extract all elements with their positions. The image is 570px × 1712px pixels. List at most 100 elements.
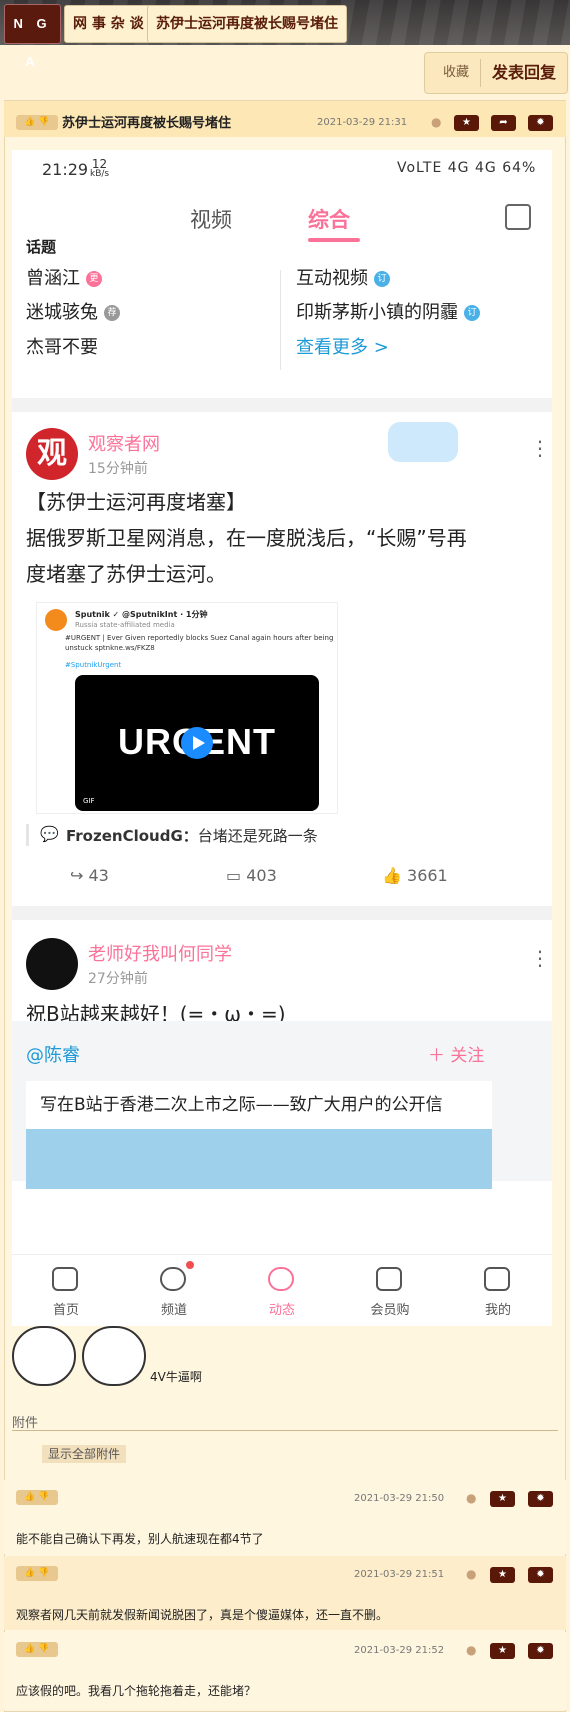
gif-label: GIF (83, 797, 95, 805)
reply-time: 2021-03-29 21:50 (354, 1493, 445, 1504)
tab-video[interactable]: 视频 (190, 204, 232, 234)
reply-text: 应该假的吧。我看几个拖轮拖着走，还能堵？ (16, 1684, 257, 1698)
nav-dynamic[interactable]: 动态 (228, 1255, 336, 1326)
gear-icon[interactable]: ✹ (528, 1567, 553, 1583)
more-icon[interactable]: ⋮ (530, 946, 550, 970)
topic-item[interactable]: 互动视频订 (296, 264, 390, 290)
card-time: 27分钟前 (88, 971, 148, 987)
apple-icon: ● (466, 1567, 477, 1581)
gear-icon[interactable]: ✹ (528, 1491, 553, 1507)
vote-buttons[interactable]: 👍 👎 (16, 1490, 58, 1505)
nav-home[interactable]: 首页 (12, 1255, 120, 1326)
nav-mine[interactable]: 我的 (444, 1255, 552, 1326)
follow-button[interactable]: ＋ 关注 (428, 1041, 484, 1066)
like-count[interactable]: 👍 3661 (382, 866, 448, 885)
decoration-sticker (388, 422, 458, 462)
vote-buttons[interactable]: 👍 👎 (16, 1642, 58, 1657)
shop-icon (376, 1267, 402, 1291)
card-text: 度堵塞了苏伊士运河。 (26, 562, 226, 586)
post-title: 苏伊士运河再度被长赐号堵住 (62, 116, 232, 131)
tweet-label: Russia state-affiliated media (75, 621, 175, 629)
phone-screenshot: 21:29 12 kB/s VoLTE 4G 4G 64% 视频 综合 话题 曾涵… (12, 150, 552, 1326)
vote-buttons[interactable]: 👍 👎 (16, 1566, 58, 1581)
android-icon: ● (431, 115, 442, 129)
reply-post: 👍 👎 2021-03-29 21:51 ● ★ ✹ 观察者网几天前就发假新闻说… (4, 1556, 566, 1630)
forwarded-box[interactable]: @陈睿 ＋ 关注 写在B站于香港二次上市之际——致广大用户的公开信 (12, 1021, 552, 1189)
breadcrumb-thread[interactable]: 苏伊士运河再度被长赐号堵住 (147, 5, 347, 43)
android-icon: ● (466, 1643, 477, 1657)
star-icon[interactable]: ★ (454, 115, 479, 131)
topic-item[interactable]: 曾涵江更 (26, 264, 102, 290)
feed-card: 观 观察者网 15分钟前 ⋮ 【苏伊士运河再度堵塞】 据俄罗斯卫星网消息，在一度… (12, 412, 552, 906)
channel-icon (160, 1267, 186, 1291)
reply-post: 👍 👎 2021-03-29 21:50 ● ★ ✹ 能不能自己确认下再发，别人… (4, 1480, 566, 1554)
nga-logo[interactable]: N G A (4, 4, 61, 69)
notification-dot (186, 1261, 194, 1269)
star-icon[interactable]: ★ (490, 1491, 515, 1507)
apple-icon: ● (466, 1491, 477, 1505)
stickers (12, 1326, 152, 1388)
sticker-image (12, 1326, 76, 1386)
star-icon[interactable]: ★ (490, 1567, 515, 1583)
attachments-header: 附件 (12, 1416, 39, 1431)
share-icon[interactable]: ➦ (491, 115, 516, 131)
post-comment-text: 4V牛逼啊 (150, 1370, 202, 1384)
share-count[interactable]: ↪ 43 (70, 866, 109, 885)
post-reply-button[interactable]: 发表回复 (483, 53, 565, 93)
comment-count[interactable]: ▭ 403 (226, 866, 277, 885)
tweet-author: Sputnik ✓ @SputnikInt · 1分钟 (75, 610, 208, 619)
sticker-image (82, 1326, 146, 1386)
card-text: 【苏伊士运河再度堵塞】 (26, 490, 246, 514)
action-box: 收藏 发表回复 (424, 52, 568, 94)
card-username[interactable]: 观察者网 (88, 430, 160, 456)
tv-icon (484, 1267, 510, 1291)
article-banner (26, 1129, 492, 1189)
topics-panel: 话题 曾涵江更 迷城骇兔荐 杰哥不要 互动视频订 印斯茅斯小镇的阴霾订 查看更多… (12, 238, 552, 398)
nav-channel[interactable]: 频道 (120, 1255, 228, 1326)
vote-buttons[interactable]: 👍 👎 (16, 115, 58, 130)
net-speed: 12 kB/s (90, 157, 110, 179)
tabs: 视频 综合 (12, 188, 552, 246)
comment-icon: 💬 (40, 825, 59, 843)
star-icon[interactable]: ★ (490, 1643, 515, 1659)
mention-link[interactable]: @陈睿 (26, 1041, 80, 1067)
topics-header: 话题 (26, 238, 57, 256)
tab-general[interactable]: 综合 (308, 204, 350, 234)
top-comment[interactable]: FrozenCloudG：台堵还是死路一条 (66, 825, 318, 846)
play-icon[interactable] (181, 727, 213, 759)
article-title[interactable]: 写在B站于香港二次上市之际——致广大用户的公开信 (26, 1081, 492, 1129)
reply-text: 观察者网几天前就发假新闻说脱困了，真是个傻逼媒体，还一直不删。 (16, 1608, 389, 1622)
reply-text: 能不能自己确认下再发，别人航速现在都4节了 (16, 1532, 264, 1546)
bottom-nav: 首页 频道 动态 会员购 我的 (12, 1254, 552, 1326)
gear-icon[interactable]: ✹ (528, 115, 553, 131)
post-time: 2021-03-29 21:31 (317, 117, 408, 128)
dynamic-icon (268, 1267, 294, 1291)
card-text: 据俄罗斯卫星网消息，在一度脱浅后，“长赐”号再 (26, 526, 467, 550)
reply-time: 2021-03-29 21:52 (354, 1645, 445, 1656)
card-username[interactable]: 老师好我叫何同学 (88, 940, 232, 966)
topic-item[interactable]: 迷城骇兔荐 (26, 298, 120, 324)
show-all-attachments[interactable]: 显示全部附件 (42, 1445, 127, 1463)
tweet-text: #URGENT | Ever Given reportedly blocks S… (65, 634, 334, 652)
tab-indicator (308, 238, 360, 242)
avatar[interactable]: 观 (26, 428, 78, 480)
tweet-hashtag[interactable]: #SputnikUrgent (65, 661, 121, 669)
home-icon (52, 1267, 78, 1291)
nav-shop[interactable]: 会员购 (336, 1255, 444, 1326)
status-time: 21:29 (42, 160, 89, 179)
embedded-tweet[interactable]: Sputnik ✓ @SputnikInt · 1分钟 Russia state… (36, 602, 338, 814)
tweet-video[interactable]: URGENT GIF (75, 675, 319, 811)
breadcrumb-forum[interactable]: 网 事 杂 谈 (64, 5, 153, 43)
status-icons: VoLTE 4G 4G 64% (397, 160, 537, 176)
reply-time: 2021-03-29 21:51 (354, 1569, 445, 1580)
more-topics-link[interactable]: 查看更多 > (296, 333, 389, 359)
reply-post: 👍 👎 2021-03-29 21:52 ● ★ ✹ 应该假的吧。我看几个拖轮拖… (4, 1632, 566, 1710)
more-icon[interactable]: ⋮ (530, 436, 550, 460)
topic-item[interactable]: 印斯茅斯小镇的阴霾订 (296, 298, 480, 324)
favorite-button[interactable]: 收藏 (434, 53, 478, 93)
gear-icon[interactable]: ✹ (528, 1643, 553, 1659)
topic-item[interactable]: 杰哥不要 (26, 333, 98, 359)
edit-icon[interactable] (505, 204, 531, 230)
avatar[interactable] (26, 938, 78, 990)
status-bar: 21:29 12 kB/s VoLTE 4G 4G 64% (12, 150, 552, 188)
